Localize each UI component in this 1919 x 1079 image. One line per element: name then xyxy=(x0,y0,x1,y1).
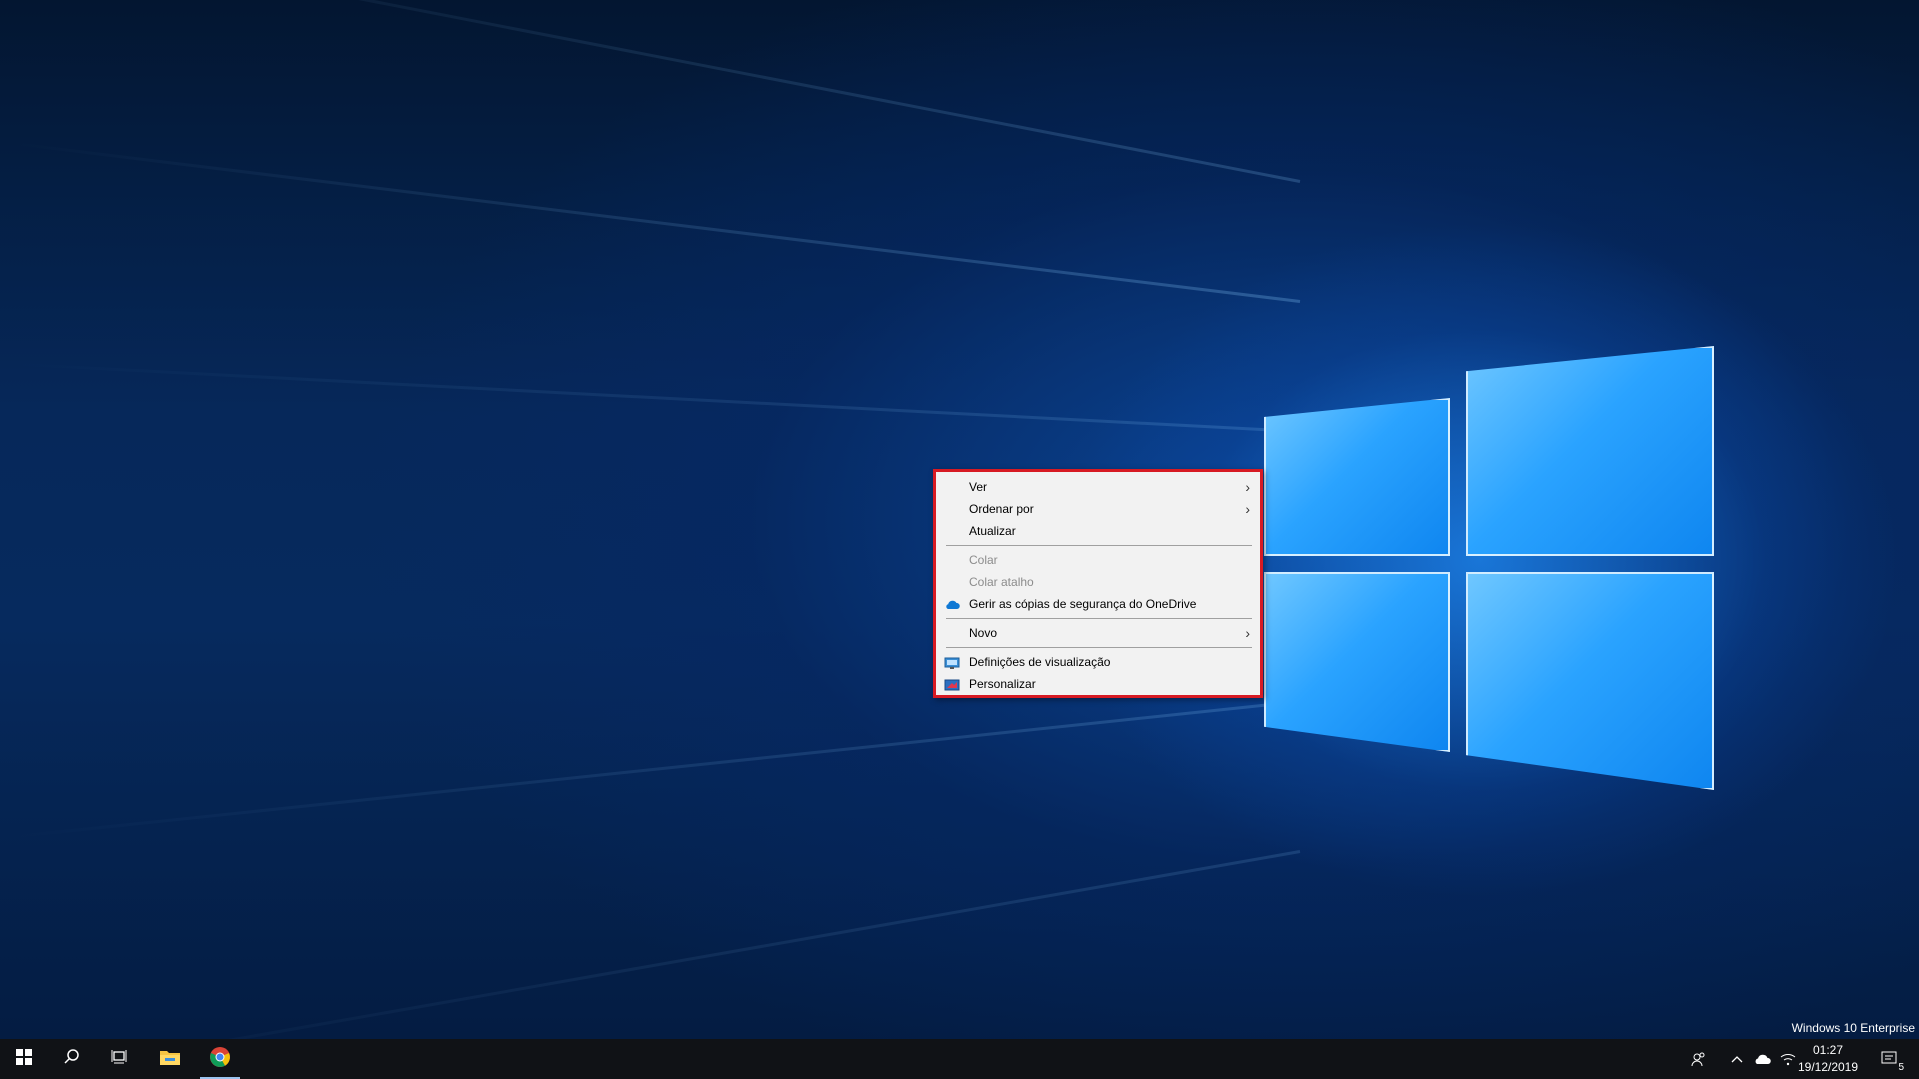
taskbar: 01:27 19/12/2019 5 xyxy=(0,1039,1919,1079)
action-center-button[interactable]: 5 xyxy=(1872,1039,1908,1079)
taskbar-clock[interactable]: 01:27 19/12/2019 xyxy=(1793,1042,1863,1076)
windows-edition-watermark: Windows 10 Enterprise xyxy=(1791,1021,1915,1035)
menu-separator xyxy=(946,647,1252,648)
file-explorer-icon xyxy=(159,1048,181,1071)
display-settings-icon xyxy=(944,655,960,669)
chrome-icon xyxy=(209,1046,231,1073)
menu-item-novo[interactable]: Novo › xyxy=(936,622,1260,644)
menu-item-onedrive-backup[interactable]: Gerir as cópias de segurança do OneDrive xyxy=(936,593,1260,615)
menu-item-colar-atalho[interactable]: Colar atalho xyxy=(936,571,1260,593)
menu-separator xyxy=(946,618,1252,619)
menu-item-atualizar[interactable]: Atualizar xyxy=(936,520,1260,542)
search-icon xyxy=(63,1048,81,1071)
menu-item-label: Gerir as cópias de segurança do OneDrive xyxy=(969,597,1197,611)
windows-logo-wallpaper xyxy=(1264,346,1714,790)
chevron-right-icon: › xyxy=(1245,479,1250,495)
clock-date: 19/12/2019 xyxy=(1797,1060,1859,1074)
start-button[interactable] xyxy=(0,1039,48,1079)
file-explorer-button[interactable] xyxy=(146,1039,194,1079)
chrome-button[interactable] xyxy=(196,1039,244,1079)
chevron-right-icon: › xyxy=(1245,501,1250,517)
task-view-button[interactable] xyxy=(96,1039,144,1079)
desktop-context-menu: Ver › Ordenar por › Atualizar Colar Cola… xyxy=(933,469,1263,698)
menu-separator xyxy=(946,545,1252,546)
search-button[interactable] xyxy=(48,1039,96,1079)
menu-item-label: Colar xyxy=(969,553,998,567)
chevron-up-icon[interactable] xyxy=(1725,1039,1749,1079)
menu-item-display-settings[interactable]: Definições de visualização xyxy=(936,651,1260,673)
menu-item-label: Ordenar por xyxy=(969,502,1034,516)
onedrive-tray-icon[interactable] xyxy=(1750,1039,1774,1079)
onedrive-icon xyxy=(944,597,960,611)
notification-count-badge: 5 xyxy=(1898,1062,1904,1073)
clock-time: 01:27 xyxy=(1812,1043,1844,1057)
menu-item-ordenar-por[interactable]: Ordenar por › xyxy=(936,498,1260,520)
people-icon[interactable] xyxy=(1686,1039,1712,1079)
menu-item-label: Novo xyxy=(969,626,998,640)
task-view-icon xyxy=(111,1049,129,1070)
menu-item-personalizar[interactable]: Personalizar xyxy=(936,673,1260,695)
menu-item-label: Definições de visualização xyxy=(969,655,1111,669)
personalize-icon xyxy=(944,677,960,691)
start-icon xyxy=(16,1048,32,1070)
menu-item-ver[interactable]: Ver › xyxy=(936,476,1260,498)
menu-item-colar[interactable]: Colar xyxy=(936,549,1260,571)
menu-item-label: Personalizar xyxy=(969,677,1036,691)
menu-item-label: Ver xyxy=(969,480,988,494)
menu-item-label: Atualizar xyxy=(969,524,1016,538)
menu-item-label: Colar atalho xyxy=(969,575,1034,589)
chevron-right-icon: › xyxy=(1245,625,1250,641)
